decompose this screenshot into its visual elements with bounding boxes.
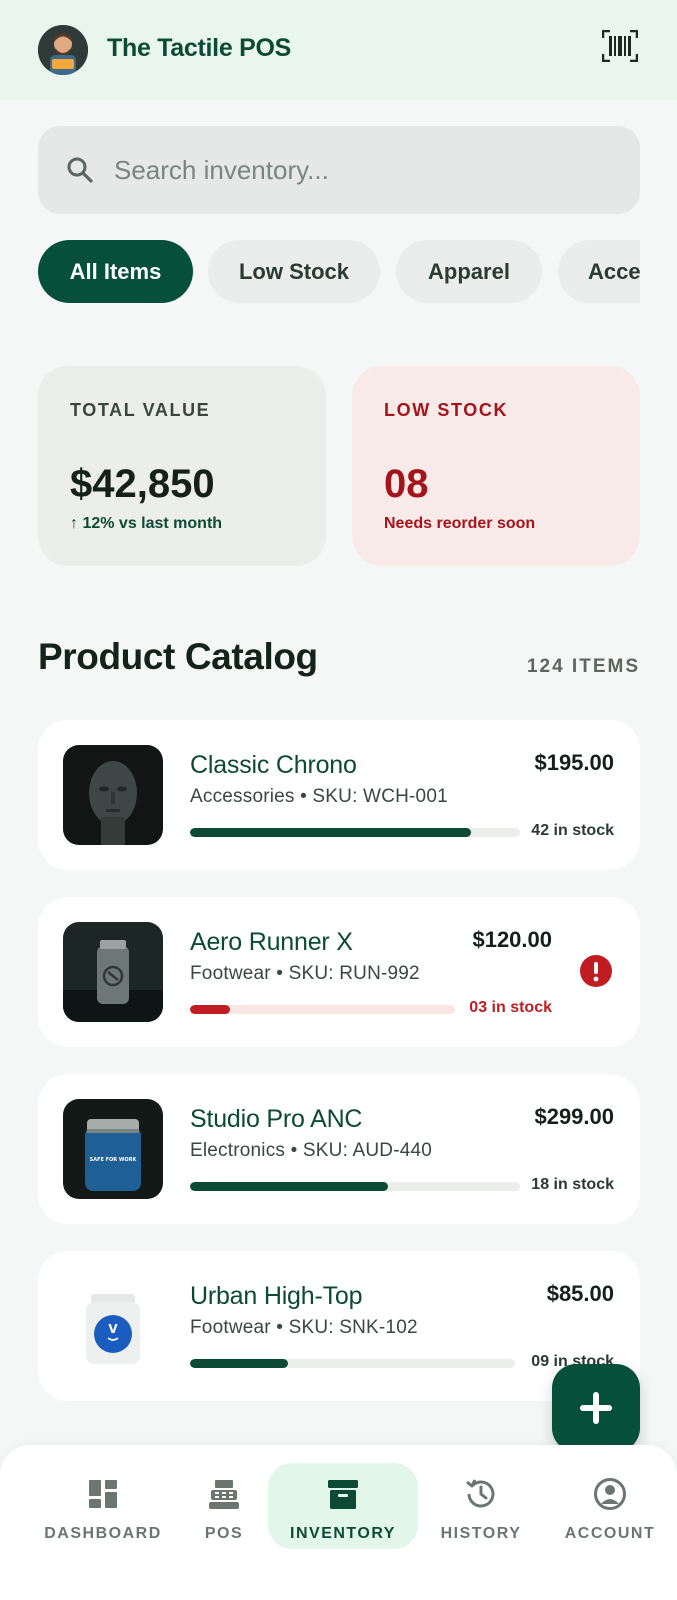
stat-value: $42,850: [70, 462, 215, 506]
total-value-card: TOTAL VALUE $42,850 ↑ 12% vs last month: [38, 366, 326, 566]
product-meta: Footwear • SKU: RUN-992: [190, 963, 420, 984]
alert-icon[interactable]: [579, 954, 613, 988]
chip-accessories[interactable]: Acce: [558, 240, 640, 303]
product-card[interactable]: V Urban High-Top Footwear • SKU: SNK-102…: [38, 1251, 640, 1401]
nav-label: INVENTORY: [290, 1525, 396, 1542]
stat-label: LOW STOCK: [384, 400, 509, 420]
nav-label: ACCOUNT: [564, 1525, 656, 1542]
item-count: 124 ITEMS: [526, 656, 640, 677]
stat-trend: ↑ 12% vs last month: [70, 515, 223, 532]
search-placeholder: Search inventory...: [114, 155, 329, 185]
stock-count: 03 in stock: [469, 999, 552, 1016]
product-price: $85.00: [546, 1281, 614, 1306]
stock-bar: [190, 1182, 520, 1191]
stock-bar-fill: [190, 1359, 288, 1368]
svg-text:SAFE FOR WORK: SAFE FOR WORK: [90, 1157, 138, 1163]
nav-label: DASHBOARD: [44, 1525, 162, 1542]
product-card[interactable]: SAFE FOR WORK Studio Pro ANC Electronics…: [38, 1074, 640, 1224]
stat-note: Needs reorder soon: [384, 515, 536, 532]
archive-box-icon: [326, 1477, 360, 1511]
product-price: $299.00: [534, 1104, 614, 1129]
search-icon: [66, 156, 94, 184]
cash-register-icon: [207, 1477, 241, 1511]
product-meta: Electronics • SKU: AUD-440: [190, 1140, 433, 1161]
product-name: Aero Runner X: [190, 928, 353, 956]
product-image: V: [63, 1276, 163, 1376]
account-circle-icon: [593, 1477, 627, 1511]
chip-low-stock[interactable]: Low Stock: [208, 240, 380, 303]
filter-chips: All Items Low Stock Apparel Acce: [38, 240, 640, 304]
nav-inventory[interactable]: INVENTORY: [268, 1463, 418, 1549]
product-card[interactable]: Classic Chrono Accessories • SKU: WCH-00…: [38, 720, 640, 870]
stat-label: TOTAL VALUE: [70, 400, 211, 420]
stat-value: 08: [384, 462, 429, 506]
nav-label: HISTORY: [440, 1525, 522, 1542]
top-app-bar: The Tactile POS: [0, 0, 677, 100]
stock-count: 18 in stock: [531, 1176, 614, 1193]
stock-bar-fill: [190, 1005, 230, 1014]
nav-account[interactable]: ACCOUNT: [560, 1463, 660, 1549]
add-product-button[interactable]: [552, 1364, 640, 1452]
product-image: [63, 922, 163, 1022]
nav-dashboard[interactable]: DASHBOARD: [40, 1463, 166, 1549]
section-title: Product Catalog: [38, 636, 318, 677]
product-name: Classic Chrono: [190, 751, 357, 779]
product-name: Urban High-Top: [190, 1282, 363, 1310]
plus-icon: [580, 1392, 612, 1424]
product-price: $120.00: [472, 927, 552, 952]
chip-all-items[interactable]: All Items: [38, 240, 193, 303]
barcode-scan-icon[interactable]: [601, 29, 639, 63]
stock-count: 42 in stock: [531, 822, 614, 839]
product-name: Studio Pro ANC: [190, 1105, 363, 1133]
bottom-navigation: DASHBOARD POS INVENTORY HISTORY ACCOUNT: [0, 1445, 677, 1600]
nav-label: POS: [204, 1525, 244, 1542]
product-price: $195.00: [534, 750, 614, 775]
stock-bar-fill: [190, 828, 471, 837]
product-image: [63, 745, 163, 845]
product-meta: Accessories • SKU: WCH-001: [190, 786, 448, 807]
svg-text:V: V: [108, 1322, 118, 1336]
history-icon: [464, 1477, 498, 1511]
search-input[interactable]: Search inventory...: [38, 126, 640, 214]
user-avatar[interactable]: [38, 25, 88, 75]
stock-bar: [190, 1005, 455, 1014]
chip-apparel[interactable]: Apparel: [396, 240, 542, 303]
product-meta: Footwear • SKU: SNK-102: [190, 1317, 418, 1338]
stock-bar: [190, 828, 520, 837]
low-stock-card[interactable]: LOW STOCK 08 Needs reorder soon: [352, 366, 640, 566]
nav-history[interactable]: HISTORY: [436, 1463, 526, 1549]
app-title: The Tactile POS: [107, 34, 291, 62]
stock-bar-fill: [190, 1182, 388, 1191]
dashboard-icon: [86, 1477, 120, 1511]
product-image: SAFE FOR WORK: [63, 1099, 163, 1199]
nav-pos[interactable]: POS: [190, 1463, 258, 1549]
stock-bar: [190, 1359, 515, 1368]
product-card[interactable]: Aero Runner X Footwear • SKU: RUN-992 $1…: [38, 897, 640, 1047]
